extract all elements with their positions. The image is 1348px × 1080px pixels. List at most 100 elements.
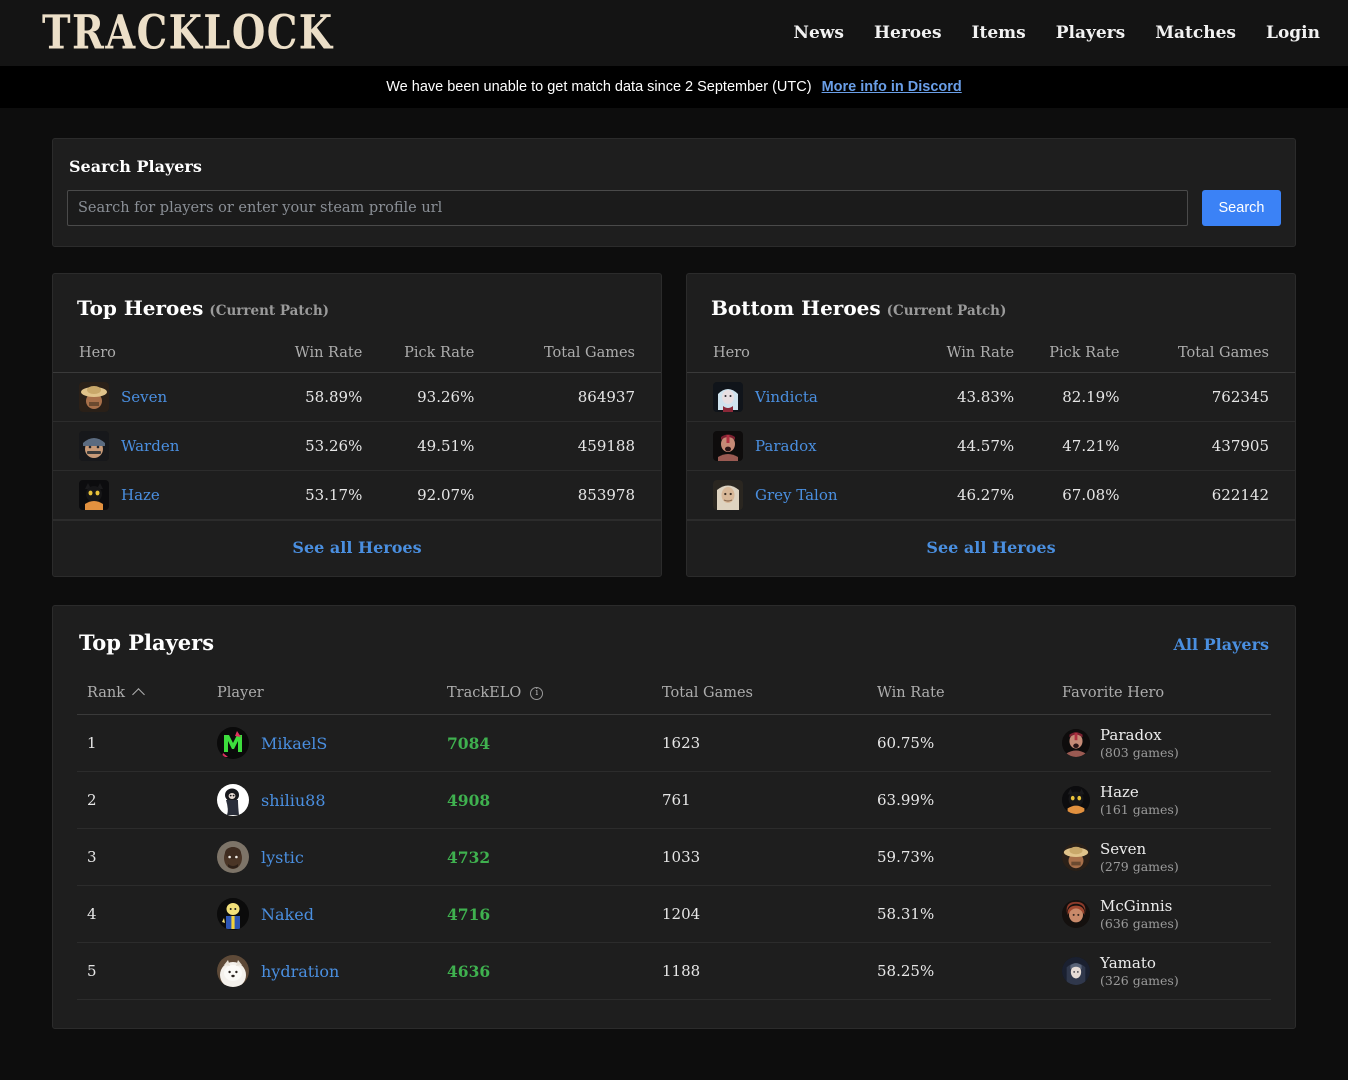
col-header-total-games[interactable]: Total Games — [662, 677, 877, 715]
top-players-card: Top Players All Players Rank Player Trac… — [52, 605, 1296, 1029]
top-heroes-title: Top Heroes — [77, 296, 203, 320]
hero-win-rate: 58.89% — [255, 373, 363, 422]
col-header-win-rate[interactable]: Win Rate — [913, 336, 1014, 373]
col-header-pick-rate[interactable]: Pick Rate — [1014, 336, 1119, 373]
table-row[interactable]: 4 — [77, 886, 1271, 943]
col-header-rank[interactable]: Rank — [77, 677, 217, 715]
hero-link[interactable]: Seven — [121, 388, 167, 406]
player-link[interactable]: Naked — [261, 905, 314, 924]
alert-message: We have been unable to get match data si… — [386, 79, 811, 95]
avatar — [217, 784, 249, 816]
table-row[interactable]: 1 MikaelS — [77, 715, 1271, 772]
nav-item-heroes[interactable]: Heroes — [874, 23, 942, 43]
nav-item-matches[interactable]: Matches — [1155, 23, 1236, 43]
favorite-hero-name: McGinnis — [1100, 897, 1179, 916]
hero-link[interactable]: Paradox — [755, 437, 817, 455]
avatar — [217, 955, 249, 987]
col-header-total-games[interactable]: Total Games — [474, 336, 661, 373]
hero-link[interactable]: Grey Talon — [755, 486, 838, 504]
col-header-trackelo-label: TrackELO — [447, 685, 521, 701]
table-row[interactable]: Haze 53.17% 92.07% 853978 — [53, 471, 661, 520]
col-header-win-rate[interactable]: Win Rate — [255, 336, 363, 373]
player-win-rate: 58.25% — [877, 943, 1062, 1000]
player-win-rate: 58.31% — [877, 886, 1062, 943]
see-all-heroes-link[interactable]: See all Heroes — [292, 538, 421, 557]
favorite-hero-name: Seven — [1100, 840, 1179, 859]
nav-item-items[interactable]: Items — [972, 23, 1026, 43]
info-icon[interactable]: i — [530, 687, 543, 700]
table-row[interactable]: Paradox 44.57% 47.21% 437905 — [687, 422, 1295, 471]
chevron-up-icon[interactable] — [132, 688, 145, 701]
player-link[interactable]: lystic — [261, 848, 304, 867]
hero-total-games: 853978 — [474, 471, 661, 520]
hero-seven-icon — [79, 382, 109, 412]
search-input[interactable] — [67, 190, 1188, 226]
nav-item-news[interactable]: News — [793, 23, 844, 43]
hero-link[interactable]: Vindicta — [755, 388, 818, 406]
top-heroes-card: Top Heroes (Current Patch) Hero Win Rate … — [52, 273, 662, 577]
see-all-heroes-link[interactable]: See all Heroes — [926, 538, 1055, 557]
player-total-games: 1188 — [662, 943, 877, 1000]
bottom-heroes-body: Vindicta 43.83% 82.19% 762345 — [687, 373, 1295, 520]
main-nav: News Heroes Items Players Matches Login — [793, 23, 1320, 43]
col-header-pick-rate[interactable]: Pick Rate — [362, 336, 474, 373]
search-players-title: Search Players — [69, 157, 1281, 176]
avatar — [217, 841, 249, 873]
player-win-rate: 63.99% — [877, 772, 1062, 829]
table-header-row: Hero Win Rate Pick Rate Total Games — [687, 336, 1295, 373]
col-header-hero[interactable]: Hero — [687, 336, 913, 373]
table-row[interactable]: 5 — [77, 943, 1271, 1000]
top-players-header: Top Players All Players — [77, 630, 1271, 677]
top-heroes-subtitle: (Current Patch) — [209, 303, 329, 319]
player-link[interactable]: MikaelS — [261, 734, 327, 753]
bottom-heroes-subtitle: (Current Patch) — [887, 303, 1007, 319]
table-header-row: Hero Win Rate Pick Rate Total Games — [53, 336, 661, 373]
hero-total-games: 762345 — [1119, 373, 1295, 422]
col-header-favorite-hero[interactable]: Favorite Hero — [1062, 677, 1271, 715]
alert-banner: We have been unable to get match data si… — [0, 66, 1348, 108]
table-row[interactable]: 3 — [77, 829, 1271, 886]
table-row[interactable]: Vindicta 43.83% 82.19% 762345 — [687, 373, 1295, 422]
player-link[interactable]: hydration — [261, 962, 339, 981]
hero-link[interactable]: Warden — [121, 437, 179, 455]
table-row[interactable]: Seven 58.89% 93.26% 864937 — [53, 373, 661, 422]
hero-link[interactable]: Haze — [121, 486, 160, 504]
hero-pick-rate: 93.26% — [362, 373, 474, 422]
player-rank: 4 — [77, 886, 217, 943]
nav-item-login[interactable]: Login — [1266, 23, 1320, 43]
player-trackelo: 7084 — [447, 734, 490, 753]
player-total-games: 1623 — [662, 715, 877, 772]
nav-item-players[interactable]: Players — [1056, 23, 1125, 43]
player-total-games: 1033 — [662, 829, 877, 886]
table-row[interactable]: Warden 53.26% 49.51% 459188 — [53, 422, 661, 471]
hero-pick-rate: 67.08% — [1014, 471, 1119, 520]
top-heroes-footer: See all Heroes — [53, 520, 661, 576]
col-header-player[interactable]: Player — [217, 677, 447, 715]
search-row: Search — [67, 190, 1281, 226]
table-row[interactable]: 2 — [77, 772, 1271, 829]
col-header-trackelo[interactable]: TrackELO i — [447, 677, 662, 715]
discord-info-link[interactable]: More info in Discord — [822, 79, 962, 95]
favorite-hero-games: (636 games) — [1100, 916, 1179, 932]
page-content: Search Players Search Top Heroes (Current… — [0, 108, 1348, 1029]
hero-total-games: 459188 — [474, 422, 661, 471]
player-link[interactable]: shiliu88 — [261, 791, 326, 810]
table-header-row: Rank Player TrackELO i Total Games Win R… — [77, 677, 1271, 715]
hero-paradox-icon — [713, 431, 743, 461]
search-players-card: Search Players Search — [52, 138, 1296, 247]
bottom-heroes-table: Hero Win Rate Pick Rate Total Games — [687, 336, 1295, 520]
col-header-hero[interactable]: Hero — [53, 336, 255, 373]
hero-haze-icon — [79, 480, 109, 510]
player-trackelo: 4908 — [447, 791, 490, 810]
favorite-hero-name: Paradox — [1100, 726, 1179, 745]
site-logo[interactable]: TRACKLOCK — [42, 9, 334, 56]
player-total-games: 761 — [662, 772, 877, 829]
search-button[interactable]: Search — [1202, 190, 1281, 226]
col-header-total-games[interactable]: Total Games — [1119, 336, 1295, 373]
favorite-hero-games: (279 games) — [1100, 859, 1179, 875]
all-players-link[interactable]: All Players — [1173, 635, 1269, 654]
page-title: Top Players — [79, 630, 214, 655]
col-header-win-rate[interactable]: Win Rate — [877, 677, 1062, 715]
table-row[interactable]: Grey Talon 46.27% 67.08% 622142 — [687, 471, 1295, 520]
col-header-rank-label: Rank — [87, 685, 125, 701]
